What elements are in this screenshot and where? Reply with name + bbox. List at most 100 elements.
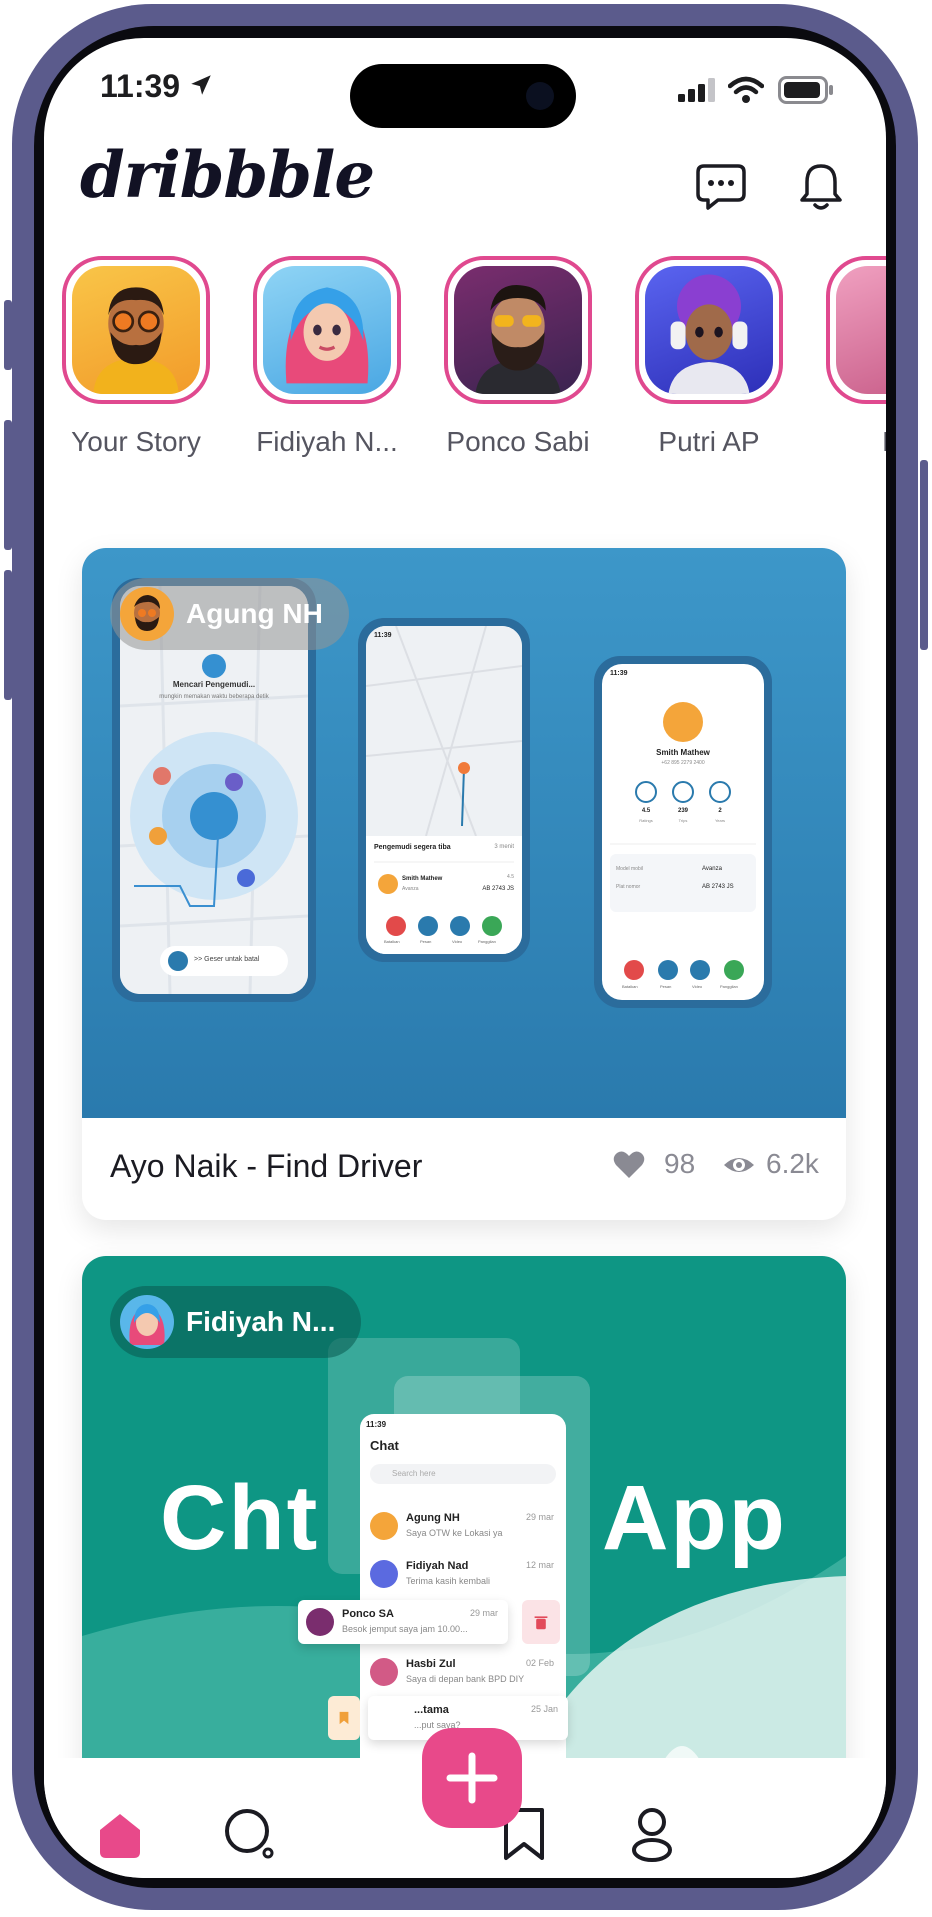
- post-footer: Ayo Naik - Find Driver 98 6.2k: [82, 1118, 846, 1220]
- eye-icon: [724, 1158, 754, 1172]
- post-shot: Mencari Pengemudi... mungkin memakan wak…: [82, 548, 846, 1118]
- home-icon[interactable]: [92, 1806, 148, 1862]
- delete-action: [522, 1600, 560, 1644]
- chat-search[interactable]: Search here: [370, 1464, 556, 1484]
- wifi-icon: [728, 76, 764, 103]
- arrival-eta: 3 menit: [494, 844, 514, 850]
- avatar-illustration: [93, 287, 179, 394]
- signal-icon: [678, 78, 715, 102]
- author-name: Fidiyah N...: [186, 1306, 336, 1337]
- post-title[interactable]: Ayo Naik - Find Driver: [110, 1148, 422, 1185]
- chat-bubble-icon[interactable]: [694, 160, 748, 214]
- chat-message: Terima kasih kembali: [406, 1576, 491, 1586]
- avatar-illustration: [129, 1304, 165, 1345]
- volume-down-button: [4, 570, 12, 700]
- stat-trips: 239: [677, 808, 688, 814]
- avatar: [263, 266, 391, 394]
- chat-date: 25 Jan: [530, 1704, 558, 1714]
- cancel-hint: >> Geser untak batal: [194, 956, 260, 963]
- pin-action: [328, 1696, 360, 1740]
- search-icon[interactable]: [222, 1806, 278, 1862]
- stat-years-label: Years: [714, 818, 726, 823]
- likes-count: 98: [664, 1148, 696, 1179]
- avatar-illustration: [285, 287, 369, 384]
- story-ring: [62, 256, 210, 404]
- mockup-time: 11:39: [374, 632, 392, 639]
- story-putri-ap[interactable]: Putri AP: [619, 256, 799, 458]
- mockup-phone-driver-profile: 11:39 Smith Mathew +62 895 2279 2400 4.5…: [594, 656, 772, 1008]
- mockup-time: 11:39: [366, 1420, 387, 1429]
- story-ring: [253, 256, 401, 404]
- volume-up-button: [4, 420, 12, 550]
- stat-rating-label: Ratings: [639, 818, 653, 823]
- stat-rating: 4.5: [641, 808, 651, 814]
- mockup-screen: 11:39 Pengemudi segera tiba 3 menit Smit…: [366, 626, 522, 954]
- front-camera: [526, 82, 554, 110]
- driver-name: Smith Mathew: [656, 748, 710, 757]
- chat-date: 29 mar: [525, 1512, 554, 1522]
- device-frame: 11:39 dribbble Your Story Fidiyah N... P…: [0, 0, 932, 1917]
- story-fidiyah[interactable]: Fidiyah N...: [237, 256, 417, 458]
- headline-right: App: [602, 1467, 787, 1569]
- action-label: Video: [692, 984, 703, 989]
- profile-icon[interactable]: [624, 1806, 680, 1862]
- location-arrow-icon: [191, 75, 211, 95]
- status-time: 11:39: [100, 68, 181, 104]
- story-name: Putri AP: [658, 426, 760, 457]
- stat-trips-label: Trips: [678, 818, 688, 823]
- post-card-ayo-naik[interactable]: Mencari Pengemudi... mungkin memakan wak…: [82, 548, 846, 1220]
- author-chip[interactable]: Fidiyah N...: [110, 1286, 362, 1358]
- chat-date: 12 mar: [525, 1560, 554, 1570]
- story-ha[interactable]: Ha: [810, 256, 886, 458]
- bookmark-icon: [339, 1711, 349, 1725]
- stat-years: 2: [718, 808, 722, 814]
- app-screen: 11:39 dribbble Your Story Fidiyah N... P…: [44, 38, 886, 1878]
- story-your-story[interactable]: Your Story: [46, 256, 226, 458]
- story-name: Your Story: [71, 426, 201, 457]
- chat-heading: Chat: [370, 1438, 399, 1453]
- avatar: [454, 266, 582, 394]
- avatar: [836, 266, 886, 394]
- author-name: Agung NH: [186, 598, 323, 629]
- story-ponco-sabi[interactable]: Ponco Sabi: [428, 256, 608, 458]
- story-ring: [444, 256, 592, 404]
- swiped-chat-row: Ponco SA Besok jemput saya jam 10.00... …: [298, 1600, 508, 1644]
- bell-icon[interactable]: [794, 160, 848, 214]
- action-label: Panggilan: [720, 984, 738, 989]
- chat-name: Fidiyah Nad: [406, 1560, 469, 1572]
- map-illustration: [366, 626, 522, 954]
- chat-date: 02 Feb: [525, 1658, 554, 1668]
- headline-left: Cht: [160, 1467, 320, 1569]
- status-bar: 11:39: [44, 38, 886, 138]
- add-post-button[interactable]: [422, 1728, 522, 1828]
- driver-car: Avanza: [402, 886, 419, 892]
- chat-date: 29 mar: [469, 1608, 498, 1618]
- mockup-time: 11:39: [610, 670, 628, 677]
- driver-rating: 4.5: [507, 874, 514, 880]
- author-chip[interactable]: Agung NH: [110, 578, 349, 650]
- plate-label: Plat nomor: [616, 884, 641, 890]
- chat-name: Agung NH: [406, 1512, 460, 1524]
- avatar: [370, 1658, 398, 1686]
- action-label: Video: [452, 939, 463, 944]
- story-ring: [635, 256, 783, 404]
- plate-value: AB 2743 JS: [702, 884, 734, 890]
- battery-icon: [778, 76, 833, 104]
- author-avatar: [120, 1295, 174, 1349]
- chat-name: Ponco SA: [342, 1608, 394, 1620]
- action-label: Batalkan: [384, 939, 400, 944]
- avatar: [72, 266, 200, 394]
- arrival-text: Pengemudi segera tiba: [374, 844, 451, 851]
- power-button: [920, 460, 928, 650]
- plus-icon: [446, 1752, 498, 1804]
- avatar-illustration: [134, 595, 160, 631]
- driver-name: Smith Mathew: [402, 876, 443, 882]
- heart-icon[interactable]: [612, 1148, 646, 1182]
- avatar: [370, 1560, 398, 1588]
- chat-message: Saya OTW ke Lokasi ya: [406, 1528, 503, 1538]
- story-name: Ponco Sabi: [446, 426, 590, 457]
- action-label: Pesan: [420, 939, 432, 944]
- list-item: Agung NH Saya OTW ke Lokasi ya 29 mar: [360, 1504, 566, 1552]
- avatar-illustration: [668, 274, 750, 394]
- dribbble-logo[interactable]: dribbble: [80, 138, 375, 213]
